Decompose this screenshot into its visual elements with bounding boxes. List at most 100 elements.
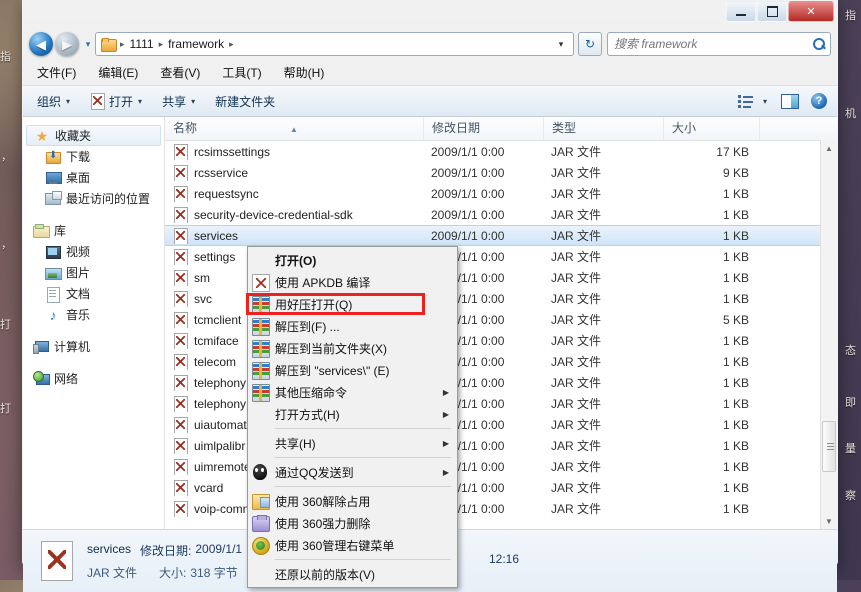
jar-file-icon — [173, 332, 188, 349]
menu-item-label: 解压到 "services\" (E) — [275, 363, 390, 378]
nav-item-1-0[interactable]: 视频 — [23, 241, 164, 262]
desktop-label-fragment: 打 — [0, 403, 11, 415]
menu-help[interactable]: 帮助(H) — [284, 64, 325, 81]
menu-view[interactable]: 查看(V) — [160, 64, 200, 81]
scroll-up-button[interactable]: ▲ — [821, 140, 837, 156]
search-box[interactable] — [607, 32, 831, 56]
nav-item-label: 下载 — [66, 150, 91, 164]
jar-file-icon — [173, 269, 188, 286]
breadcrumb-item-2[interactable]: framework — [165, 37, 227, 51]
file-name: rcsservice — [194, 165, 249, 180]
no-icon — [250, 434, 270, 452]
menu-item-4[interactable]: 解压到当前文件夹(X) — [248, 337, 457, 359]
computer-icon — [33, 339, 49, 355]
address-dropdown-icon[interactable]: ▾ — [553, 39, 569, 50]
table-row[interactable]: rcsservice 2009/1/1 0:00 JAR 文件 9 KB — [165, 162, 837, 183]
column-header-name[interactable]: 名称 ▲ — [165, 117, 423, 140]
menu-edit[interactable]: 编辑(E) — [98, 64, 138, 81]
cell-type: JAR 文件 — [551, 271, 602, 285]
folder-icon — [101, 38, 117, 52]
menu-item-7[interactable]: 打开方式(H) ▶ — [248, 403, 457, 425]
menu-item-6[interactable]: 其他压缩命令 ▶ — [248, 381, 457, 403]
menu-item-0[interactable]: 打开(O) — [248, 249, 457, 271]
cell-size: 1 KB — [722, 417, 749, 432]
back-button[interactable]: ◀ — [29, 32, 53, 56]
cell-date: 2009/1/1 0:00 — [431, 186, 505, 201]
360-shredder-icon — [250, 514, 270, 532]
file-name: telephony — [194, 396, 247, 411]
maximize-button[interactable] — [757, 1, 787, 22]
nav-item-1-2[interactable]: 文档 — [23, 283, 164, 304]
menu-item-3[interactable]: 解压到(F) ... — [248, 315, 457, 337]
jar-file-icon — [173, 500, 188, 517]
share-button[interactable]: 共享 ▾ — [162, 93, 195, 110]
chevron-down-icon[interactable]: ▾ — [763, 97, 767, 106]
scrollbar-thumb[interactable] — [822, 421, 836, 472]
refresh-button[interactable]: ↻ — [578, 32, 602, 56]
change-view-icon[interactable] — [737, 94, 753, 108]
menu-item-15[interactable]: 使用 360管理右键菜单 — [248, 534, 457, 556]
nav-item-3[interactable]: 网络 — [23, 368, 164, 389]
menu-item-2[interactable]: 用好压打开(Q) — [246, 293, 457, 315]
breadcrumb[interactable]: ▸ 1111 ▸ framework ▸ ▾ — [95, 32, 574, 56]
nav-item-1-3[interactable]: ♪ 音乐 — [23, 304, 164, 325]
title-bar[interactable]: ✕ — [23, 0, 837, 28]
details-file-name: services — [87, 541, 132, 556]
nav-item-0-2[interactable]: 最近访问的位置 — [23, 188, 164, 209]
menu-item-17[interactable]: 还原以前的版本(V) — [248, 563, 457, 585]
cell-date: 2009/1/1 0:00 — [431, 207, 505, 222]
column-header-type[interactable]: 类型 — [543, 117, 663, 140]
menu-item-9[interactable]: 共享(H) ▶ — [248, 432, 457, 454]
table-row[interactable]: requestsync 2009/1/1 0:00 JAR 文件 1 KB — [165, 183, 837, 204]
menu-item-14[interactable]: 使用 360强力删除 — [248, 512, 457, 534]
table-row[interactable]: services 2009/1/1 0:00 JAR 文件 1 KB — [165, 225, 837, 246]
column-header-date[interactable]: 修改日期 — [423, 117, 543, 140]
file-name: sm — [194, 270, 210, 285]
menu-item-11[interactable]: 通过QQ发送到 ▶ — [248, 461, 457, 483]
menu-item-13[interactable]: 使用 360解除占用 — [248, 490, 457, 512]
cell-size: 1 KB — [722, 186, 749, 201]
nav-item-0[interactable]: ★ 收藏夹 — [26, 125, 161, 146]
haozip-icon — [250, 295, 270, 314]
organize-button[interactable]: 组织 ▾ — [37, 93, 70, 110]
history-dropdown-icon[interactable]: ▾ — [81, 39, 95, 50]
open-button[interactable]: 打开 ▾ — [90, 93, 142, 110]
table-row[interactable]: rcsimssettings 2009/1/1 0:00 JAR 文件 17 KB — [165, 141, 837, 162]
chevron-down-icon: ▾ — [191, 96, 196, 106]
menu-item-5[interactable]: 解压到 "services\" (E) — [248, 359, 457, 381]
jar-file-icon — [173, 437, 188, 454]
nav-item-1-1[interactable]: 图片 — [23, 262, 164, 283]
submenu-arrow-icon: ▶ — [442, 409, 449, 419]
menu-file[interactable]: 文件(F) — [37, 64, 76, 81]
nav-item-label: 网络 — [54, 372, 79, 386]
cell-type: JAR 文件 — [551, 355, 602, 369]
breadcrumb-item-1[interactable]: 1111 — [127, 37, 157, 51]
file-name: security-device-credential-sdk — [194, 207, 353, 222]
organize-label: 组织 — [37, 94, 62, 109]
help-icon[interactable]: ? — [811, 93, 827, 109]
preview-pane-icon[interactable] — [781, 93, 799, 109]
scroll-down-button[interactable]: ▼ — [821, 513, 837, 529]
menu-item-1[interactable]: 使用 APKDB 编译 — [248, 271, 457, 293]
cell-size: 1 KB — [722, 459, 749, 474]
search-input[interactable] — [612, 36, 813, 52]
new-folder-button[interactable]: 新建文件夹 — [215, 93, 275, 110]
column-header-size[interactable]: 大小 — [663, 117, 759, 140]
nav-item-1[interactable]: 库 — [23, 220, 164, 241]
breadcrumb-sep: ▸ — [120, 38, 125, 49]
jar-file-icon — [173, 248, 188, 265]
menu-tools[interactable]: 工具(T) — [222, 64, 261, 81]
nav-item-0-1[interactable]: 桌面 — [23, 167, 164, 188]
vertical-scrollbar[interactable]: ▲ ▼ — [820, 140, 837, 529]
close-button[interactable]: ✕ — [788, 1, 834, 22]
no-icon — [250, 565, 270, 583]
table-row[interactable]: security-device-credential-sdk 2009/1/1 0… — [165, 204, 837, 225]
nav-item-0-0[interactable]: 下载 — [23, 146, 164, 167]
forward-button[interactable]: ▶ — [55, 32, 79, 56]
haozip-icon — [250, 361, 270, 380]
minimize-button[interactable] — [726, 1, 756, 22]
cell-type: JAR 文件 — [551, 208, 602, 222]
haozip-icon — [250, 383, 270, 402]
column-headers: 名称 ▲ 修改日期 类型 大小 — [165, 117, 837, 141]
nav-item-2[interactable]: 计算机 — [23, 336, 164, 357]
